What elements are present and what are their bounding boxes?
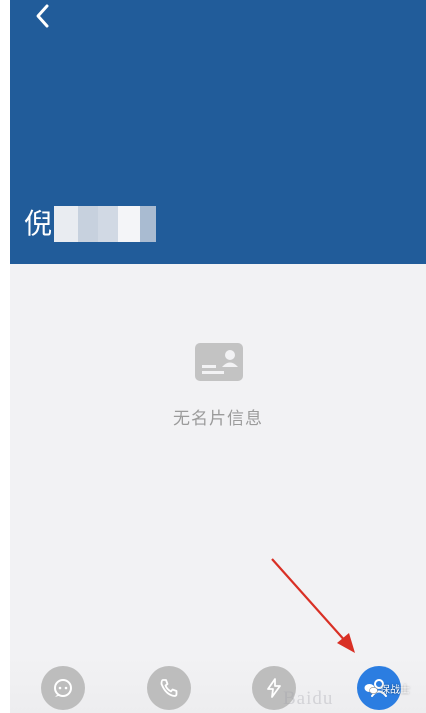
pixel-block: [54, 206, 79, 242]
name-pixelation: [54, 206, 157, 242]
empty-state-text: 无名片信息: [173, 409, 263, 429]
pixel-block: [140, 206, 157, 242]
back-button[interactable]: [26, 2, 60, 36]
watermark-source: 保战士: [364, 681, 410, 696]
watermark-brand: Baidu: [283, 688, 334, 709]
pixel-block: [78, 206, 99, 242]
chevron-left-icon: [36, 4, 49, 28]
message-icon: [54, 679, 72, 697]
message-button[interactable]: [41, 666, 85, 710]
business-card-icon: [195, 343, 243, 381]
contact-name: 倪: [24, 204, 157, 244]
call-button[interactable]: [147, 666, 191, 710]
watermark-source-text: 保战士: [380, 685, 410, 696]
pixel-block: [98, 206, 119, 242]
wechat-icon: [364, 683, 378, 694]
pixel-block: [118, 206, 141, 242]
contact-screen: 倪 无名片信息: [10, 0, 426, 713]
profile-header: 倪: [10, 0, 426, 264]
contact-name-text: 倪: [24, 207, 53, 240]
phone-icon: [160, 679, 178, 697]
